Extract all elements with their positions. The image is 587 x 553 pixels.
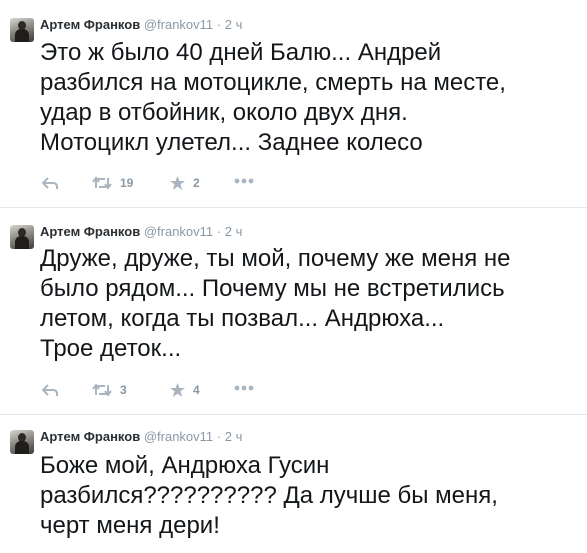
author-name[interactable]: Артем Франков xyxy=(40,17,140,32)
favorite-icon xyxy=(170,176,185,190)
reply-icon xyxy=(42,177,58,189)
tweet-header: Артем Франков @frankov11 · 2 ч xyxy=(40,17,242,33)
avatar[interactable] xyxy=(10,430,34,454)
reply-button[interactable] xyxy=(42,176,58,190)
favorite-count: 4 xyxy=(193,383,200,397)
tweet-header: Артем Франков @frankov11 · 2 ч xyxy=(40,429,242,445)
tweet[interactable]: Артем Франков @frankov11 · 2 ч Боже мой,… xyxy=(0,415,587,553)
avatar[interactable] xyxy=(10,18,34,42)
author-handle[interactable]: @frankov11 xyxy=(144,224,213,239)
separator: · xyxy=(216,17,222,32)
tweet-text: Друже, друже, ты мой, почему же меня не … xyxy=(40,245,511,362)
favorite-icon xyxy=(170,383,185,397)
more-icon xyxy=(234,178,254,184)
avatar[interactable] xyxy=(10,225,34,249)
author-handle[interactable]: @frankov11 xyxy=(144,17,213,32)
retweet-count: 19 xyxy=(120,176,134,190)
separator: · xyxy=(216,429,222,444)
more-button[interactable] xyxy=(234,385,254,391)
timestamp[interactable]: 2 ч xyxy=(225,429,243,444)
reply-button[interactable] xyxy=(42,383,58,397)
tweet[interactable]: Артем Франков @frankov11 · 2 ч Это ж был… xyxy=(0,0,587,208)
tweet-text: Боже мой, Андрюха Гусин разбился????????… xyxy=(40,452,498,539)
more-icon xyxy=(234,385,254,391)
more-button[interactable] xyxy=(234,178,254,184)
tweet-header: Артем Франков @frankov11 · 2 ч xyxy=(40,224,242,240)
timestamp[interactable]: 2 ч xyxy=(225,224,243,239)
tweet-text: Это ж было 40 дней Балю... Андрей разбил… xyxy=(40,39,506,156)
retweet-icon xyxy=(92,383,112,397)
retweet-icon xyxy=(92,176,112,190)
retweet-count: 3 xyxy=(120,383,127,397)
favorite-button[interactable]: 4 xyxy=(170,383,200,397)
tweet[interactable]: Артем Франков @frankov11 · 2 ч Друже, др… xyxy=(0,208,587,415)
favorite-button[interactable]: 2 xyxy=(170,176,200,190)
timestamp[interactable]: 2 ч xyxy=(225,17,243,32)
favorite-count: 2 xyxy=(193,176,200,190)
retweet-button[interactable]: 3 xyxy=(92,383,127,397)
separator: · xyxy=(216,224,222,239)
author-name[interactable]: Артем Франков xyxy=(40,429,140,444)
author-name[interactable]: Артем Франков xyxy=(40,224,140,239)
reply-icon xyxy=(42,384,58,396)
retweet-button[interactable]: 19 xyxy=(92,176,133,190)
author-handle[interactable]: @frankov11 xyxy=(144,429,213,444)
